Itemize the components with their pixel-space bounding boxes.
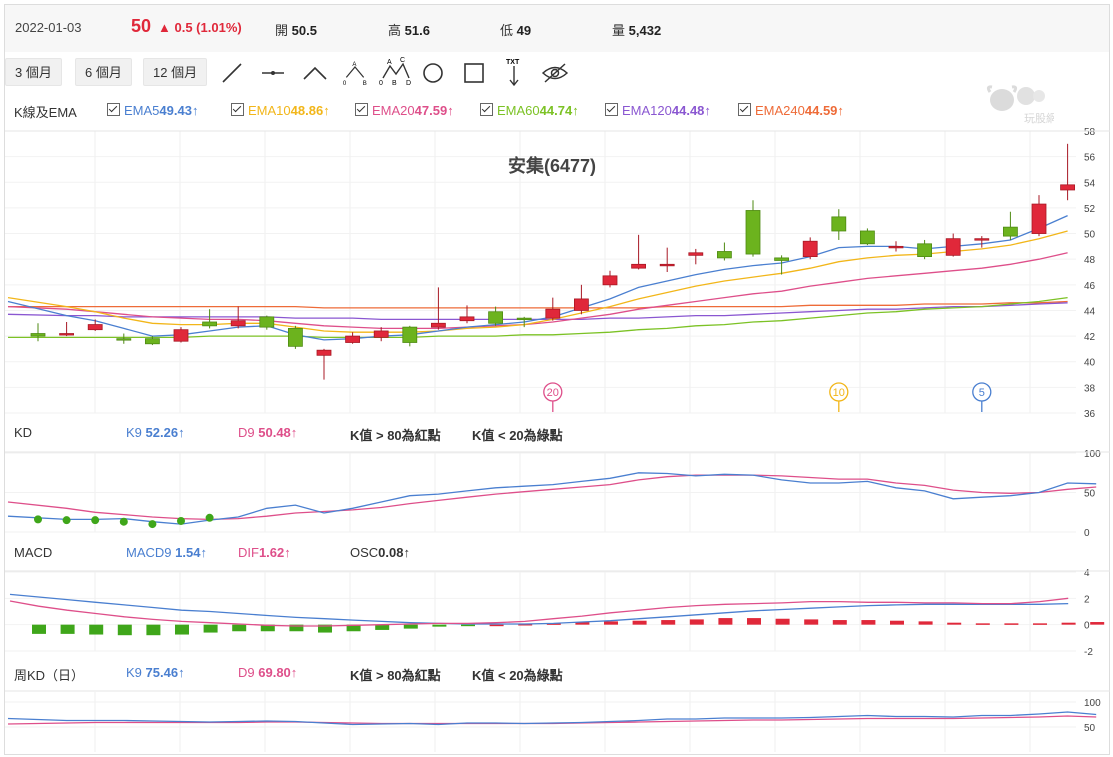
legend-ema120[interactable]: EMA12044.48↑ — [605, 102, 711, 122]
legend-name: EMA20 — [372, 103, 415, 118]
legend-ema240[interactable]: EMA24044.59↑ — [738, 102, 844, 122]
toolbar: 3 個月 6 個月 12 個月 0 A B 0 A B C D TXT — [5, 56, 1105, 90]
quote-open-value: 50.5 — [291, 23, 317, 38]
quote-high: 高 51.6 — [388, 23, 430, 38]
watermark-text: 玩股網 — [1024, 111, 1054, 124]
legend-arrow: ↑ — [837, 103, 844, 118]
abcd-pattern-tool-icon[interactable]: 0 A B C D — [379, 56, 413, 86]
legend-arrow: ↑ — [447, 103, 454, 118]
quote-low-value: 49 — [516, 23, 532, 38]
legend-ema60[interactable]: EMA6044.74↑ — [480, 102, 579, 122]
wkd-note-green: K值 < 20為綠點 — [472, 668, 563, 683]
wkd-title: 周KD（日） — [14, 668, 85, 683]
svg-text:A: A — [387, 59, 392, 66]
quote-volume-value: 5,432 — [628, 23, 662, 38]
kd-note-red: K值 > 80為紅點 — [350, 428, 441, 443]
line-tool-icon[interactable] — [219, 60, 245, 86]
checkbox-ema20[interactable] — [355, 103, 368, 116]
main-legend-title: K線及EMA — [14, 105, 77, 120]
legend-value: 47.59 — [414, 103, 448, 118]
quote-low: 低 49 — [500, 23, 532, 38]
hide-eye-icon[interactable] — [540, 60, 570, 86]
quote-volume: 量 5,432 — [612, 23, 662, 38]
svg-text:D: D — [406, 80, 411, 86]
legend-ema5[interactable]: EMA549.43↑ — [107, 102, 198, 122]
quote-high-value: 51.6 — [404, 23, 430, 38]
circle-tool-icon[interactable] — [420, 60, 446, 86]
checkbox-ema5[interactable] — [107, 103, 120, 116]
kd-d-legend: D9 50.48↑ — [238, 425, 298, 440]
legend-value: 44.74 — [539, 103, 573, 118]
legend-value: 44.59 — [804, 103, 838, 118]
legend-arrow: ↑ — [323, 103, 330, 118]
abc-label-b: B — [363, 81, 367, 86]
abc-label-a: A — [352, 62, 357, 68]
legend-value: 49.43 — [159, 103, 192, 118]
checkbox-ema240[interactable] — [738, 103, 751, 116]
svg-text:B: B — [392, 80, 397, 86]
kd-k-legend: K9 52.26↑ — [126, 425, 185, 440]
svg-text:0: 0 — [379, 80, 383, 86]
quote-change: ▲ 0.5 (1.01%) — [158, 20, 242, 35]
legend-arrow: ↑ — [572, 103, 579, 118]
abc-pattern-tool-icon[interactable]: 0 A B — [340, 60, 370, 86]
quote-change-value: 0.5 (1.01%) — [174, 20, 242, 35]
quote-bar: 2022-01-03 50 ▲ 0.5 (1.01%) 開 50.5 高 51.… — [5, 5, 1109, 52]
text-tool-icon[interactable]: TXT — [501, 56, 527, 88]
legend-name: EMA240 — [755, 103, 805, 118]
kd-note-green: K值 < 20為綠點 — [472, 428, 563, 443]
checkbox-ema60[interactable] — [480, 103, 493, 116]
legend-name: EMA120 — [622, 103, 672, 118]
quote-date: 2022-01-03 — [15, 20, 82, 35]
legend-value: 44.48 — [671, 103, 705, 118]
wkd-d-legend: D9 69.80↑ — [238, 665, 298, 680]
checkbox-ema120[interactable] — [605, 103, 618, 116]
range-6m-button[interactable]: 6 個月 — [75, 58, 132, 86]
legend-name: EMA10 — [248, 103, 291, 118]
horizontal-line-tool-icon[interactable] — [260, 60, 286, 86]
osc-legend: OSC0.08↑ — [350, 545, 410, 560]
legend-arrow: ↑ — [191, 103, 199, 118]
range-3m-button[interactable]: 3 個月 — [5, 58, 62, 86]
range-12m-button[interactable]: 12 個月 — [143, 58, 208, 86]
abc-label-0: 0 — [343, 81, 347, 86]
wkd-note-red: K值 > 80為紅點 — [350, 668, 441, 683]
quote-open: 開 50.5 — [275, 23, 317, 38]
dif-legend: DIF1.62↑ — [238, 545, 291, 560]
legend-ema10[interactable]: EMA1048.86↑ — [231, 102, 330, 122]
up-triangle-icon: ▲ — [158, 20, 171, 35]
wkd-k-legend: K9 75.46↑ — [126, 665, 185, 680]
legend-arrow: ↑ — [704, 103, 711, 118]
checkbox-ema10[interactable] — [231, 103, 244, 116]
legend-name: EMA5 — [124, 103, 160, 118]
watermark-logo: 玩股網 — [984, 82, 1057, 125]
bull-logo-icon: 玩股網 — [986, 85, 1057, 125]
legend-value: 48.86 — [290, 103, 324, 118]
macd-title: MACD — [14, 545, 53, 560]
angle-tool-icon[interactable] — [302, 60, 328, 86]
rectangle-tool-icon[interactable] — [461, 60, 487, 86]
kd-title: KD — [14, 425, 33, 440]
quote-price: 50 — [131, 16, 152, 36]
macd-legend: MACD9 1.54↑ — [126, 545, 207, 560]
legend-ema20[interactable]: EMA2047.59↑ — [355, 102, 454, 122]
legend-name: EMA60 — [497, 103, 540, 118]
svg-text:C: C — [400, 57, 405, 64]
text-tool-label: TXT — [506, 59, 520, 66]
